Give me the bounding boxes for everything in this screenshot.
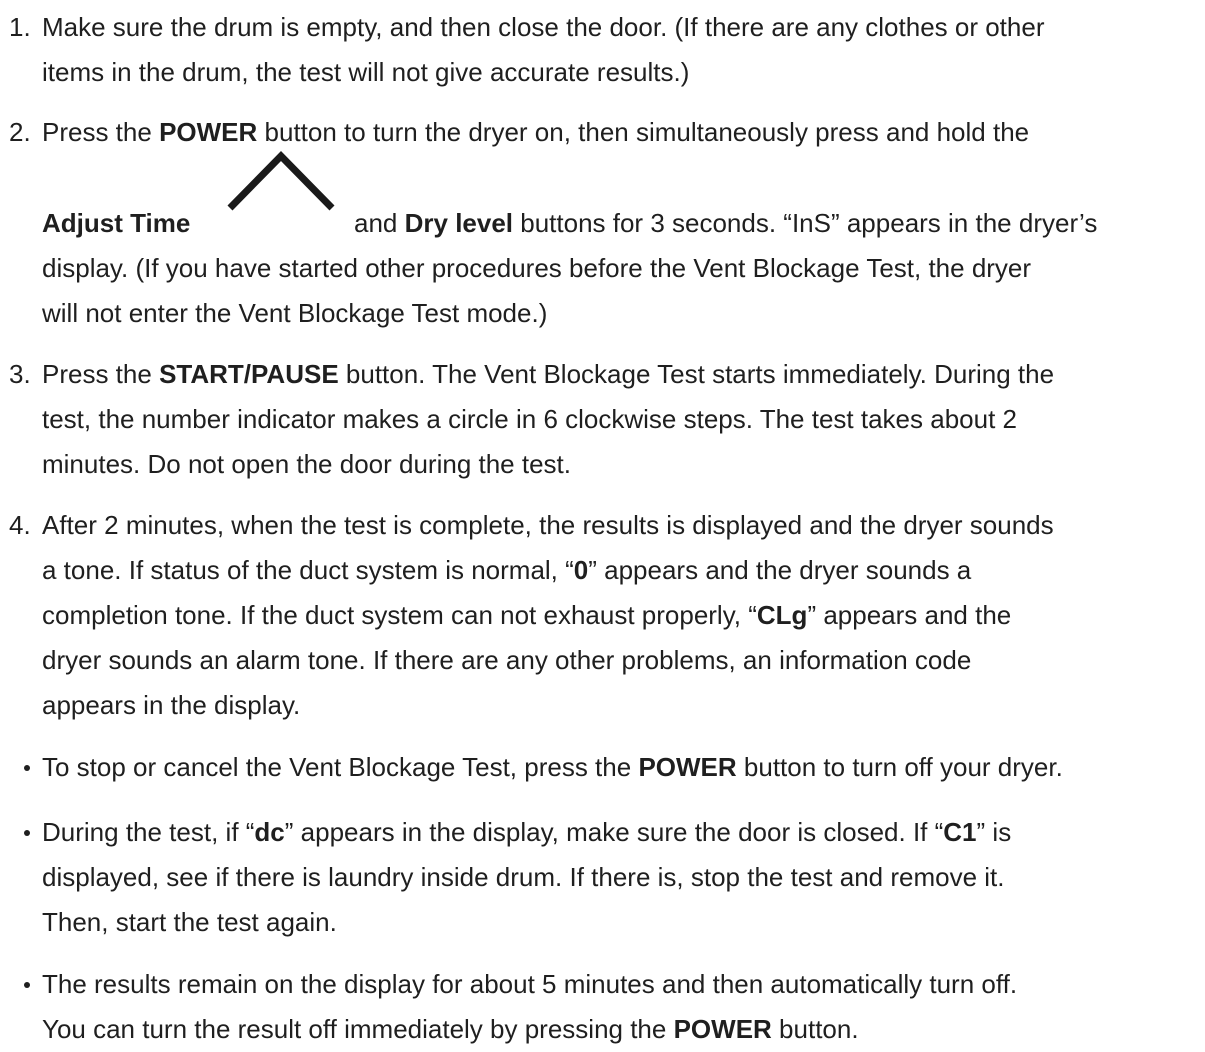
code-c1: C1: [943, 817, 977, 847]
step-text-line: will not enter the Vent Blockage Test mo…: [42, 298, 548, 328]
instructions-document: 1. Make sure the drum is empty, and then…: [0, 0, 1205, 1048]
chevron-up-icon: [227, 151, 335, 211]
power-button-label: POWER: [159, 117, 258, 147]
step-text-line: appears in the display.: [42, 690, 301, 720]
step-text-line: dryer sounds an alarm tone. If there are…: [42, 645, 972, 675]
code-clg: CLg: [756, 600, 808, 630]
step-text-line: Press the START/PAUSE button. The Vent B…: [42, 359, 1055, 389]
step-text-line: Make sure the drum is empty, and then cl…: [42, 12, 1045, 42]
code-dc: dc: [254, 817, 285, 847]
bullet-text-line: You can turn the result off immediately …: [42, 1014, 859, 1044]
step-text-line: completion tone. If the duct system can …: [42, 600, 1012, 630]
step-text-line: test, the number indicator makes a circl…: [42, 404, 1017, 434]
step-text-line: Adjust Time: [42, 201, 190, 246]
bullet-text-line: displayed, see if there is laundry insid…: [42, 862, 1005, 892]
bullet-dot: [24, 765, 30, 771]
code-0: 0: [573, 555, 589, 585]
step-text-line: minutes. Do not open the door during the…: [42, 449, 572, 479]
bullet-dot: [24, 982, 30, 988]
step-text-line: a tone. If status of the duct system is …: [42, 555, 972, 585]
power-button-label: POWER: [673, 1014, 772, 1044]
step-number: 3.: [9, 359, 31, 389]
step-text-line: After 2 minutes, when the test is comple…: [42, 510, 1054, 540]
step-text-line: and Dry level buttons for 3 seconds. “In…: [354, 208, 1098, 238]
bullet-dot: [24, 830, 30, 836]
bullet-text-line: The results remain on the display for ab…: [42, 969, 1018, 999]
step-text-line: items in the drum, the test will not giv…: [42, 57, 690, 87]
step-text-line: Press the POWER button to turn the dryer…: [42, 117, 1030, 147]
bullet-text-line: Then, start the test again.: [42, 907, 337, 937]
dry-level-button-label: Dry level: [404, 208, 514, 238]
bullet-text-line: To stop or cancel the Vent Blockage Test…: [42, 752, 1063, 782]
adjust-time-button-label: Adjust Time: [42, 208, 191, 238]
start-pause-button-label: START/PAUSE: [159, 359, 339, 389]
bullet-text-line: During the test, if “dc” appears in the …: [42, 817, 1012, 847]
step-number: 4.: [9, 510, 31, 540]
step-number: 1.: [9, 12, 31, 42]
power-button-label: POWER: [638, 752, 737, 782]
step-text-line: display. (If you have started other proc…: [42, 253, 1032, 283]
step-number: 2.: [9, 117, 31, 147]
